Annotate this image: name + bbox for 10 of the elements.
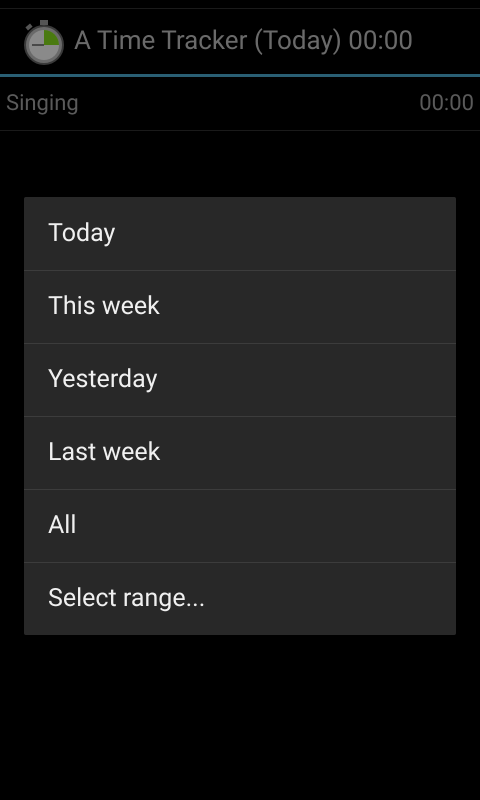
menu-item[interactable]: This week xyxy=(24,270,456,343)
app-title: A Time Tracker (Today) 00:00 xyxy=(74,25,414,58)
menu-item[interactable]: Last week xyxy=(24,416,456,489)
menu-item[interactable]: Select range... xyxy=(24,562,456,635)
menu-item[interactable]: Yesterday xyxy=(24,343,456,416)
task-name: Singing xyxy=(6,90,79,118)
stopwatch-icon xyxy=(22,18,66,64)
menu-item[interactable]: Today xyxy=(24,197,456,270)
menu-item[interactable]: All xyxy=(24,489,456,562)
task-time: 00:00 xyxy=(419,90,474,118)
